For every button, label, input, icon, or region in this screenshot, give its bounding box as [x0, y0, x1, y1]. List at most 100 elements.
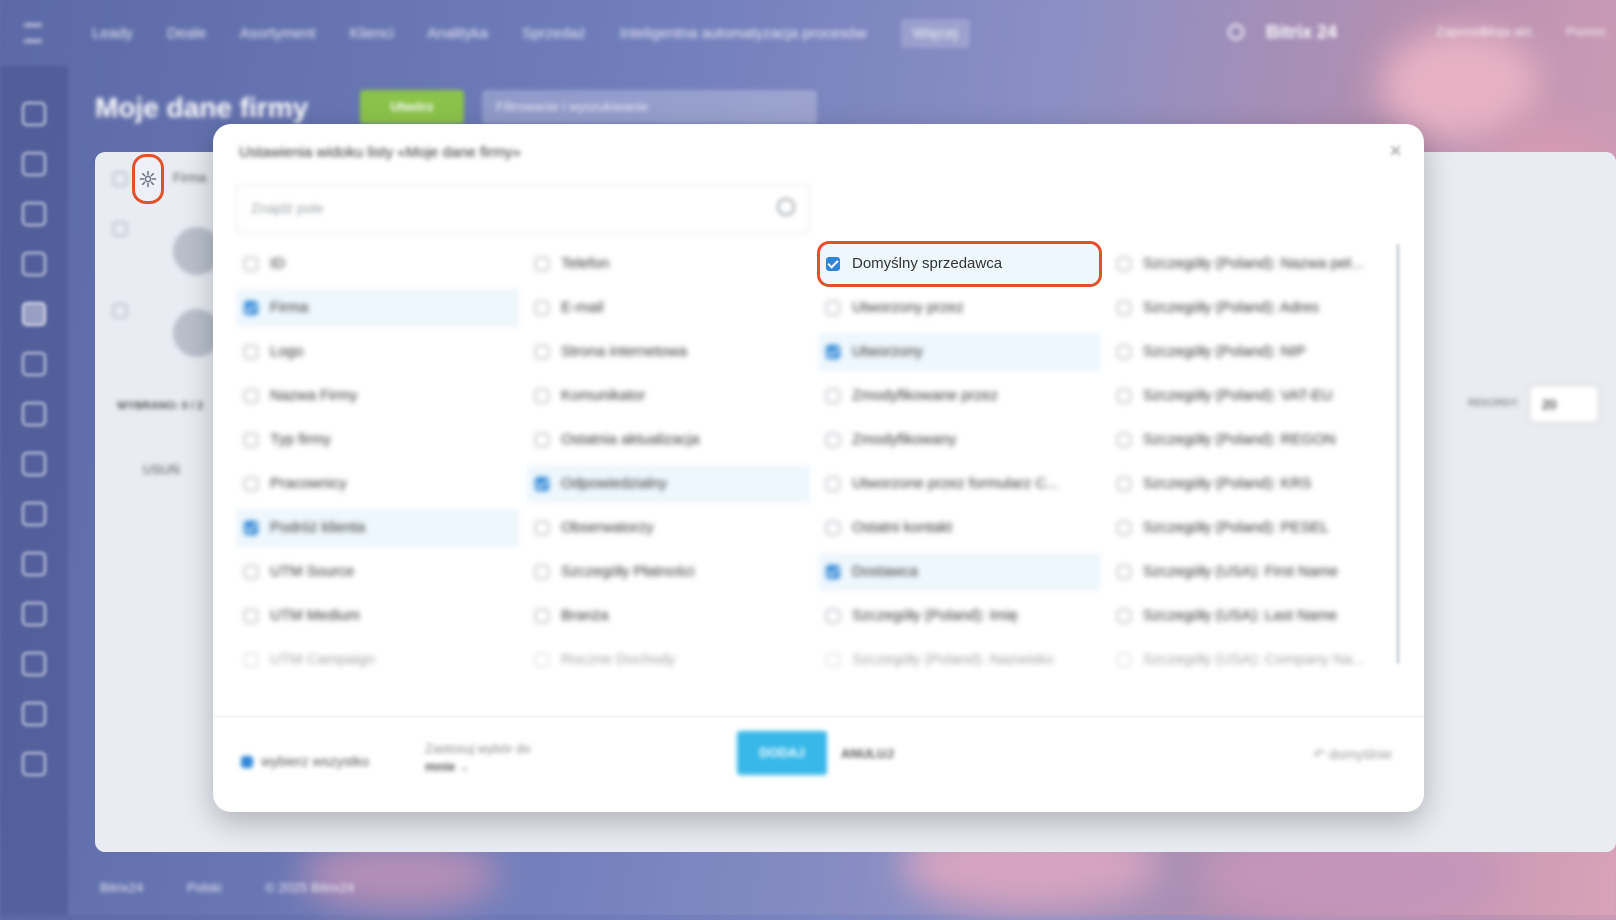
field-option[interactable]: UTM Medium: [236, 597, 519, 635]
nav-item-clients[interactable]: Klienci: [350, 25, 394, 42]
field-column: Telefon E-mail Strona internetowa Komunikat…: [527, 245, 810, 685]
nav-item-automation[interactable]: Inteligentna automatyzacja procesów: [620, 25, 867, 42]
field-option[interactable]: Utworzony przez: [818, 289, 1101, 327]
sidebar-icon[interactable]: [22, 402, 46, 426]
apply-to-selector[interactable]: Zastosuj wybór do mnie ⌄: [425, 740, 531, 776]
sidebar-icon[interactable]: [22, 452, 46, 476]
menu-icon[interactable]: [24, 24, 42, 42]
field-option[interactable]: ID: [236, 245, 519, 283]
field-option[interactable]: Pracownicy: [236, 465, 519, 503]
sidebar-icon[interactable]: [22, 602, 46, 626]
field-option[interactable]: Utworzony: [818, 333, 1101, 371]
field-option[interactable]: Szczegóły (Poland): Imię: [818, 597, 1101, 635]
add-button[interactable]: DODAJ: [737, 731, 827, 775]
field-option[interactable]: Ostatnia aktualizacja: [527, 421, 810, 459]
my-activity-link[interactable]: Moja akt.: [1482, 24, 1535, 39]
column-header-company[interactable]: Firma: [173, 170, 206, 185]
field-option[interactable]: Typ firmy: [236, 421, 519, 459]
reset-default-button[interactable]: ↶ domyślnie: [1313, 746, 1392, 763]
field-option[interactable]: Szczegóły (Poland): PESEL: [1109, 509, 1392, 547]
checkbox-unchecked-icon: [535, 565, 549, 579]
checkbox-unchecked-icon: [1117, 653, 1131, 667]
sidebar-icon[interactable]: [22, 252, 46, 276]
field-option[interactable]: Szczegóły (Poland): Nazwa peł...: [1109, 245, 1392, 283]
footer-brand[interactable]: Bitrix24: [100, 880, 143, 895]
field-option[interactable]: Branża: [527, 597, 810, 635]
field-option[interactable]: Podróż klienta: [236, 509, 519, 547]
invite-link[interactable]: Zaprosić: [1436, 24, 1486, 39]
field-option[interactable]: Szczegóły (Poland): Adres: [1109, 289, 1392, 327]
field-option[interactable]: E-mail: [527, 289, 810, 327]
sidebar-icon[interactable]: [22, 702, 46, 726]
field-option[interactable]: Utworzone przez formularz C...: [818, 465, 1101, 503]
field-option[interactable]: Zmodyfikowane przez: [818, 377, 1101, 415]
checkbox-unchecked-icon: [1117, 257, 1131, 271]
field-option[interactable]: UTM Campaign: [236, 641, 519, 679]
field-option-label: Szczegóły (Poland): Imię: [852, 607, 1018, 624]
field-option[interactable]: Szczegóły (USA): First Name: [1109, 553, 1392, 591]
field-option[interactable]: Nazwa Firmy: [236, 377, 519, 415]
sidebar-icon[interactable]: [22, 352, 46, 376]
field-option[interactable]: Dostawca: [818, 553, 1101, 591]
filter-search-input[interactable]: Filtrowanie i wyszukiwanie: [482, 90, 817, 124]
create-button[interactable]: Utwórz: [360, 90, 464, 124]
select-all-checkbox[interactable]: wybierz wszystko: [241, 753, 369, 769]
language-select[interactable]: Polski: [187, 880, 222, 895]
field-option[interactable]: Szczegóły (Poland): Nazwisko: [818, 641, 1101, 679]
checkbox-unchecked-icon: [244, 345, 258, 359]
close-icon[interactable]: ×: [1389, 138, 1402, 164]
nav-item-sales[interactable]: Sprzedaż: [522, 25, 585, 42]
nav-item-assortment[interactable]: Asortyment: [240, 25, 316, 42]
list-settings-gear-button[interactable]: [132, 154, 164, 204]
field-option[interactable]: Strona internetowa: [527, 333, 810, 371]
sidebar-icon[interactable]: [22, 502, 46, 526]
field-option[interactable]: UTM Source: [236, 553, 519, 591]
delete-button[interactable]: USUŃ: [143, 462, 180, 477]
field-option-label: Ostatnia aktualizacja: [561, 431, 700, 448]
field-option[interactable]: Zmodyfikowany: [818, 421, 1101, 459]
cancel-button[interactable]: ANULUJ: [841, 746, 894, 761]
nav-item-deals[interactable]: Deale: [167, 25, 206, 42]
help-link[interactable]: Pomoc: [1566, 24, 1606, 39]
checkbox-unchecked-icon: [244, 477, 258, 491]
field-option[interactable]: Szczegóły (Poland): VAT-EU: [1109, 377, 1392, 415]
nav-item-leads[interactable]: Leady: [92, 25, 133, 42]
field-option[interactable]: Logo: [236, 333, 519, 371]
checkbox-unchecked-icon: [826, 477, 840, 491]
field-option[interactable]: Telefon: [527, 245, 810, 283]
checkbox-unchecked-icon: [826, 521, 840, 535]
sidebar-icon[interactable]: [22, 202, 46, 226]
field-option[interactable]: Szczegóły Płatności: [527, 553, 810, 591]
field-option[interactable]: Komunikator: [527, 377, 810, 415]
field-option[interactable]: Szczegóły (USA): Company Na...: [1109, 641, 1392, 679]
sidebar-icon[interactable]: [22, 152, 46, 176]
field-option-label: Szczegóły (USA): Last Name: [1143, 607, 1338, 624]
table-row[interactable]: [113, 222, 221, 282]
search-icon[interactable]: [1228, 24, 1244, 40]
field-option[interactable]: Szczegóły (Poland): KRS: [1109, 465, 1392, 503]
scrollbar[interactable]: [1396, 244, 1400, 664]
table-row[interactable]: [113, 304, 221, 364]
field-option[interactable]: Szczegóły (Poland): NIP: [1109, 333, 1392, 371]
filter-placeholder: Filtrowanie i wyszukiwanie: [496, 99, 649, 114]
field-option[interactable]: Obserwatorzy: [527, 509, 810, 547]
field-option[interactable]: Firma: [236, 289, 519, 327]
sidebar-icon[interactable]: [22, 752, 46, 776]
sidebar-icon[interactable]: [22, 552, 46, 576]
records-per-page-select[interactable]: 20: [1529, 385, 1599, 423]
nav-item-more[interactable]: Więcej: [900, 18, 970, 48]
select-all-label: wybierz wszystko: [261, 753, 370, 769]
sidebar-icon[interactable]: [22, 302, 46, 326]
field-option[interactable]: Szczegóły (USA): Last Name: [1109, 597, 1392, 635]
field-option[interactable]: Odpowiedzialny: [527, 465, 810, 503]
field-option[interactable]: Szczegóły (Poland): REGON: [1109, 421, 1392, 459]
field-option-label: Zmodyfikowane przez: [852, 387, 998, 404]
field-option[interactable]: Ostatni kontakt: [818, 509, 1101, 547]
sidebar-icon[interactable]: [22, 652, 46, 676]
select-all-rows-checkbox[interactable]: [113, 172, 127, 186]
field-search-input[interactable]: Znajdź pole: [236, 185, 810, 233]
sidebar-icon[interactable]: [22, 102, 46, 126]
field-option-label: Logo: [270, 343, 304, 360]
field-option[interactable]: Roczne Dochody: [527, 641, 810, 679]
nav-item-analytics[interactable]: Analityka: [427, 25, 488, 42]
